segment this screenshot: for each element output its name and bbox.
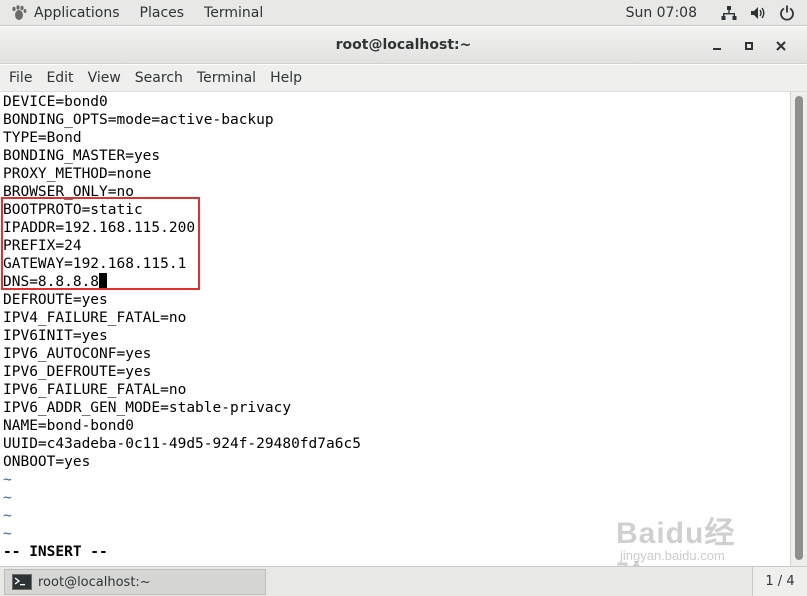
taskbar: root@localhost:~ 1 / 4	[0, 566, 807, 596]
config-line-type: TYPE=Bond	[3, 130, 82, 146]
config-line-dns: DNS=8.8.8.8	[3, 273, 108, 291]
config-line-bonding-opts: BONDING_OPTS=mode=active-backup	[3, 112, 274, 128]
menu-view[interactable]: View	[81, 65, 128, 92]
config-line-dns-text: DNS=8.8.8.8	[3, 274, 100, 290]
places-menu[interactable]: Places	[130, 0, 195, 26]
config-line-ipv6-defroute: IPV6_DEFROUTE=yes	[3, 364, 152, 380]
minimize-button[interactable]	[706, 35, 728, 57]
volume-icon[interactable]	[750, 5, 766, 21]
taskbar-terminal-item[interactable]: root@localhost:~	[4, 569, 266, 595]
minimize-icon	[713, 48, 721, 50]
applications-label: Applications	[34, 4, 120, 21]
config-line-ipv4-failure-fatal: IPV4_FAILURE_FATAL=no	[3, 310, 187, 326]
vim-mode-indicator: -- INSERT --	[3, 544, 108, 560]
terminal-app-menu[interactable]: Terminal	[194, 0, 273, 26]
config-line-proxy-method: PROXY_METHOD=none	[3, 166, 152, 182]
scrollbar-thumb[interactable]	[795, 96, 803, 560]
applications-menu[interactable]: Applications	[0, 0, 130, 26]
clock[interactable]: Sun 07:08	[626, 5, 697, 21]
config-line-ipv6init: IPV6INIT=yes	[3, 328, 108, 344]
menu-search[interactable]: Search	[128, 65, 190, 92]
empty-line-marker: ~	[3, 472, 12, 488]
config-line-onboot: ONBOOT=yes	[3, 454, 91, 470]
terminal-area[interactable]: DEVICE=bond0 BONDING_OPTS=mode=active-ba…	[0, 92, 790, 566]
scrollbar[interactable]	[790, 92, 807, 566]
close-icon	[776, 41, 786, 51]
maximize-icon	[745, 42, 753, 50]
menu-bar: File Edit View Search Terminal Help	[0, 65, 807, 92]
network-icon[interactable]	[721, 5, 737, 21]
terminal-icon	[12, 574, 32, 590]
menu-edit[interactable]: Edit	[39, 65, 80, 92]
power-icon[interactable]	[779, 5, 795, 21]
config-line-gateway: GATEWAY=192.168.115.1	[3, 256, 187, 272]
config-line-device: DEVICE=bond0	[3, 94, 108, 110]
applications-icon	[12, 4, 27, 20]
taskbar-terminal-label: root@localhost:~	[38, 574, 151, 590]
maximize-button[interactable]	[738, 35, 760, 57]
close-button[interactable]	[770, 35, 792, 57]
text-cursor	[99, 273, 108, 288]
config-line-bonding-master: BONDING_MASTER=yes	[3, 148, 161, 164]
window-title: root@localhost:~	[335, 37, 472, 53]
config-line-browser-only: BROWSER_ONLY=no	[3, 184, 134, 200]
config-line-bootproto: BOOTPROTO=static	[3, 202, 143, 218]
workspace-indicator[interactable]: 1 / 4	[752, 567, 807, 596]
top-bar: Applications Places Terminal Sun 07:08	[0, 0, 807, 26]
config-line-ipv6-failure-fatal: IPV6_FAILURE_FATAL=no	[3, 382, 187, 398]
config-line-name: NAME=bond-bond0	[3, 418, 134, 434]
menu-help[interactable]: Help	[263, 65, 309, 92]
empty-line-marker: ~	[3, 490, 12, 506]
places-label: Places	[139, 4, 185, 21]
empty-line-marker: ~	[3, 526, 12, 542]
config-line-prefix: PREFIX=24	[3, 238, 82, 254]
config-line-ipv6-autoconf: IPV6_AUTOCONF=yes	[3, 346, 152, 362]
window-title-bar[interactable]: root@localhost:~	[0, 27, 807, 64]
terminal-app-label: Terminal	[204, 4, 264, 21]
config-line-defroute: DEFROUTE=yes	[3, 292, 108, 308]
menu-terminal[interactable]: Terminal	[190, 65, 263, 92]
config-line-uuid: UUID=c43adeba-0c11-49d5-924f-29480fd7a6c…	[3, 436, 361, 452]
empty-line-marker: ~	[3, 508, 12, 524]
config-line-ipv6-addr-gen-mode: IPV6_ADDR_GEN_MODE=stable-privacy	[3, 400, 292, 416]
menu-file[interactable]: File	[0, 65, 39, 92]
config-line-ipaddr: IPADDR=192.168.115.200	[3, 220, 196, 236]
